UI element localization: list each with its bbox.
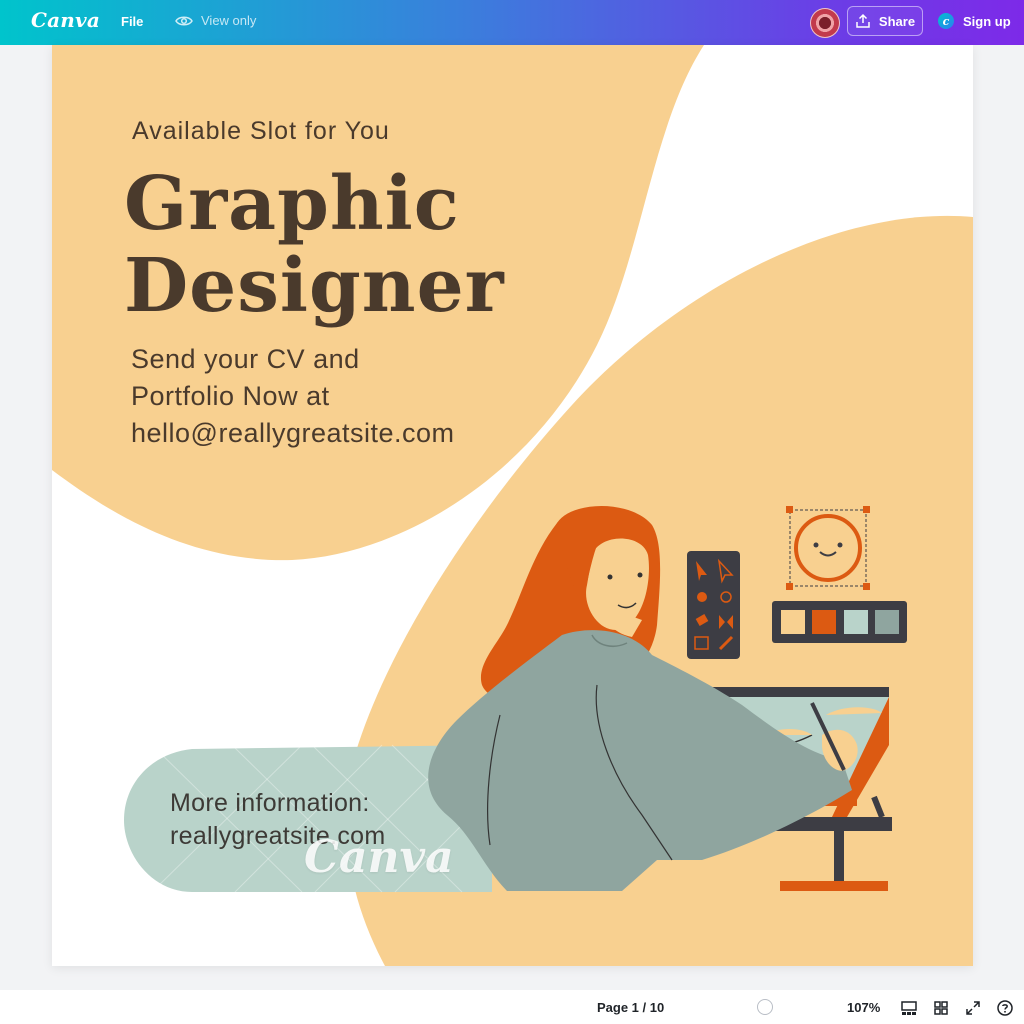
cta-line-2: Portfolio Now at — [131, 381, 330, 411]
user-avatar[interactable] — [810, 8, 840, 38]
headline-line-2: Designer — [124, 243, 505, 329]
canva-badge-icon: c — [938, 13, 954, 29]
page-view-icon[interactable] — [900, 999, 918, 1017]
tool-panel — [687, 551, 740, 659]
fullscreen-icon[interactable] — [964, 999, 982, 1017]
sign-up-label: Sign up — [963, 13, 1011, 29]
headline-line-1: Graphic — [124, 161, 460, 247]
cta-line-1: Send your CV and — [131, 344, 360, 374]
share-button[interactable]: Share — [847, 6, 923, 36]
grid-view-icon[interactable] — [932, 999, 950, 1017]
sign-up-button[interactable]: c Sign up — [938, 13, 1011, 29]
cta-email: hello@reallygreatsite.com — [131, 418, 455, 448]
canva-logo[interactable]: Canva — [31, 8, 100, 32]
top-bar: Canva File View only Share c Sign up — [0, 0, 1024, 45]
share-button-label: Share — [878, 13, 916, 29]
design-page[interactable]: Available Slot for You Graphic Designer … — [52, 45, 973, 966]
bottom-bar: Page 1 / 10 107% — [0, 990, 1024, 1024]
headline-title: Graphic Designer — [124, 163, 505, 327]
zoom-level[interactable]: 107% — [847, 1000, 880, 1015]
subtitle-available-slot: Available Slot for You — [132, 117, 390, 145]
view-only-indicator: View only — [175, 13, 256, 28]
file-menu-button[interactable]: File — [121, 14, 143, 29]
cta-text: Send your CV and Portfolio Now at hello@… — [131, 341, 455, 452]
zoom-slider-handle[interactable] — [757, 999, 773, 1015]
color-palette — [772, 601, 907, 643]
canva-watermark: Canva — [304, 832, 454, 883]
help-icon[interactable] — [996, 999, 1014, 1017]
page-indicator[interactable]: Page 1 / 10 — [597, 1000, 664, 1015]
eye-icon — [175, 16, 193, 25]
share-icon — [856, 13, 870, 28]
view-only-label: View only — [201, 13, 257, 28]
more-info-line-1: More information: — [170, 789, 370, 817]
